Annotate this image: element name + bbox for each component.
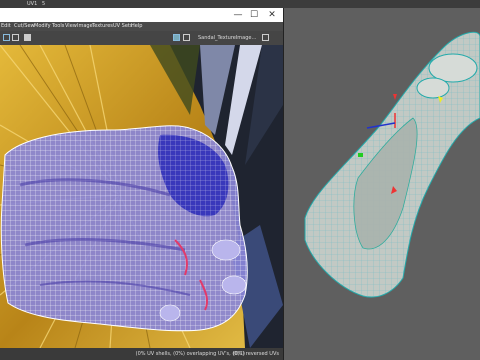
- frame-icon[interactable]: [12, 34, 19, 41]
- minimize-button[interactable]: —: [230, 10, 246, 20]
- menu-uvsets[interactable]: UV Sets: [113, 22, 133, 31]
- uv-texture-view: [0, 45, 283, 348]
- 3d-viewport[interactable]: [283, 8, 480, 360]
- uv-canvas[interactable]: [0, 45, 283, 348]
- menu-tools[interactable]: Tools: [52, 22, 64, 31]
- shade-icon[interactable]: [183, 34, 190, 41]
- snapshot-icon[interactable]: [24, 34, 31, 41]
- menu-modify[interactable]: Modify: [34, 22, 51, 31]
- uv-set-dropdown[interactable]: Sandal_TextureImage…: [198, 34, 257, 42]
- menu-view[interactable]: View: [65, 22, 77, 31]
- menu-edit[interactable]: Edit: [1, 22, 11, 31]
- menu-cutsew[interactable]: Cut/Sew: [14, 22, 35, 31]
- top-label-1: UV1: [27, 1, 38, 7]
- checker-icon[interactable]: [173, 34, 180, 41]
- menu-help[interactable]: Help: [131, 22, 142, 31]
- top-strip: UV1 5: [0, 0, 480, 8]
- maximize-button[interactable]: ☐: [246, 10, 262, 20]
- uv-editor-window[interactable]: — ☐ ✕ Edit Cut/Sew Modify Tools View Ima…: [0, 8, 284, 360]
- bottom-label: (0/1): [233, 351, 245, 357]
- menu-bar: Edit Cut/Sew Modify Tools View Image Tex…: [0, 22, 283, 31]
- sandal-3d-model: [304, 31, 480, 298]
- bottom-strip: (0/1): [200, 351, 280, 360]
- top-label-2: 5: [42, 1, 46, 7]
- settings-icon[interactable]: [262, 34, 269, 41]
- menu-textures[interactable]: Textures: [92, 22, 113, 31]
- uv-toolbar: Sandal_TextureImage…: [0, 31, 283, 46]
- grid-icon[interactable]: [3, 34, 10, 41]
- title-bar: — ☐ ✕: [0, 8, 283, 22]
- menu-image[interactable]: Image: [77, 22, 93, 31]
- close-button[interactable]: ✕: [264, 10, 280, 20]
